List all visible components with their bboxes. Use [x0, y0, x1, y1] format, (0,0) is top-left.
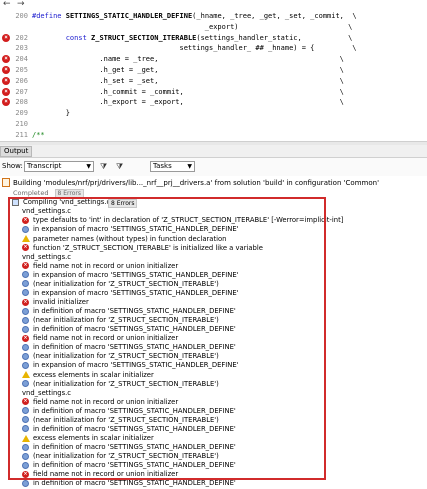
info-icon — [22, 289, 29, 297]
error-icon: × — [22, 298, 29, 306]
info-icon — [22, 307, 29, 315]
error-icon: × — [2, 33, 10, 42]
output-panel-header: Output — [0, 145, 427, 158]
message-text: in definition of macro 'SETTINGS_STATIC_… — [33, 325, 236, 334]
message-text: in definition of macro 'SETTINGS_STATIC_… — [33, 461, 236, 470]
errors-badge: 8 Errors — [54, 189, 85, 198]
info-icon — [22, 380, 29, 388]
info-icon — [22, 352, 29, 360]
show-label: Show: — [2, 162, 23, 170]
nav-bar: ← → — [0, 0, 427, 10]
gutter[interactable] — [0, 129, 12, 141]
message-text: in definition of macro 'SETTINGS_STATIC_… — [33, 406, 236, 415]
info-icon — [22, 479, 29, 487]
output-toolbar: Show: Transcript ▼ ⧩ ⧩ Tasks ▼ — [0, 158, 427, 176]
message-text: in expansion of macro 'SETTINGS_STATIC_H… — [33, 361, 239, 370]
message-text: excess elements in scalar initializer — [33, 434, 154, 443]
warning-icon — [22, 371, 30, 379]
message-text: in definition of macro 'SETTINGS_STATIC_… — [33, 343, 236, 352]
info-icon — [22, 425, 29, 433]
tasks-select[interactable]: Tasks ▼ — [150, 161, 195, 172]
message-text: (near initialization for 'Z_STRUCT_SECTI… — [33, 352, 219, 361]
info-icon — [22, 416, 29, 424]
message-text: in definition of macro 'SETTINGS_STATIC_… — [33, 424, 236, 433]
message-text: in expansion of macro 'SETTINGS_STATIC_H… — [33, 225, 239, 234]
error-icon: × — [22, 470, 29, 478]
message-text: field name not in record or union initia… — [33, 334, 179, 343]
message-text: field name not in record or union initia… — [33, 261, 179, 270]
info-icon — [22, 325, 29, 333]
message-text: field name not in record or union initia… — [33, 470, 179, 479]
compile-label: Compiling 'vnd_settings.c' — [23, 198, 113, 206]
info-icon — [22, 461, 29, 469]
arrow-left-icon[interactable]: ← — [3, 0, 11, 9]
info-icon — [22, 443, 29, 451]
filter-next-icon[interactable]: ⧩ — [100, 162, 107, 172]
error-icon: × — [22, 262, 29, 270]
message-text: in definition of macro 'SETTINGS_STATIC_… — [33, 307, 236, 316]
filter-prev-icon[interactable]: ⧩ — [116, 162, 123, 172]
chevron-down-icon: ▼ — [86, 163, 91, 170]
chevron-down-icon: ▼ — [187, 163, 192, 170]
transcript-select-value: Transcript — [27, 162, 62, 170]
build-message: Building 'modules/nrf/prj/drivers/lib...… — [13, 179, 379, 187]
message-text: (near initialization for 'Z_STRUCT_SECTI… — [33, 452, 219, 461]
message-text: in definition of macro 'SETTINGS_STATIC_… — [33, 443, 236, 452]
message-text: field name not in record or union initia… — [33, 397, 179, 406]
file-row[interactable]: vnd_settings.c — [22, 207, 71, 216]
build-icon — [2, 178, 10, 187]
compile-icon — [12, 198, 19, 206]
info-icon — [22, 225, 29, 233]
file-row[interactable]: vnd_settings.c — [22, 389, 71, 398]
message-text: (near initialization for 'Z_STRUCT_SECTI… — [33, 379, 219, 388]
tasks-select-value: Tasks — [153, 162, 172, 170]
file-name: vnd_settings.c — [22, 388, 72, 397]
error-icon: × — [2, 76, 10, 85]
message-text: function 'Z_STRUCT_SECTION_ITERABLE' is … — [33, 243, 263, 252]
error-icon: × — [22, 216, 29, 224]
info-icon — [22, 280, 29, 288]
info-icon — [22, 452, 29, 460]
error-icon: × — [22, 398, 29, 406]
error-icon: × — [2, 98, 10, 107]
line-number: 211 — [15, 130, 28, 139]
tab-output[interactable]: Output — [0, 146, 33, 157]
file-name: vnd_settings.c — [22, 207, 72, 216]
error-icon: × — [2, 66, 10, 74]
warning-icon — [22, 235, 30, 242]
compile-errors-badge: 8 Errors — [108, 199, 138, 208]
message-text: in definition of macro 'SETTINGS_STATIC_… — [33, 479, 236, 488]
error-icon: × — [2, 55, 10, 64]
message-text: (near initialization for 'Z_STRUCT_SECTI… — [33, 279, 219, 288]
warning-icon — [22, 434, 30, 442]
code-line[interactable]: 211 /** — [0, 129, 427, 141]
code-text: /** — [32, 130, 45, 139]
arrow-right-icon[interactable]: → — [17, 0, 25, 9]
error-icon: × — [22, 244, 29, 252]
message-text: type defaults to 'int' in declaration of… — [33, 216, 344, 225]
message-text: in expansion of macro 'SETTINGS_STATIC_H… — [33, 288, 239, 297]
error-icon: × — [22, 334, 29, 342]
message-text: (near initialization for 'Z_STRUCT_SECTI… — [33, 415, 219, 424]
message-text: invalid initializer — [33, 298, 89, 306]
info-icon — [22, 407, 29, 415]
message-text: parameter names (without types) in funct… — [33, 234, 227, 243]
code-editor[interactable]: 200 #define SETTINGS_STATIC_HANDLER_DEFIN… — [0, 10, 427, 141]
info-icon — [22, 343, 29, 351]
info-icon — [22, 316, 29, 324]
status-completed: Completed — [13, 189, 49, 197]
info-icon — [22, 271, 29, 279]
message-text: (near initialization for 'Z_STRUCT_SECTI… — [33, 316, 219, 325]
message-text: excess elements in scalar initializer — [33, 370, 154, 379]
file-row[interactable]: vnd_settings.c — [22, 253, 71, 262]
build-status: Completed 8 Errors — [13, 189, 85, 198]
transcript-select[interactable]: Transcript ▼ — [24, 161, 94, 172]
message-text: in expansion of macro 'SETTINGS_STATIC_H… — [33, 270, 239, 279]
info-icon — [22, 361, 29, 369]
error-icon: × — [2, 87, 10, 96]
file-name: vnd_settings.c — [22, 252, 72, 261]
